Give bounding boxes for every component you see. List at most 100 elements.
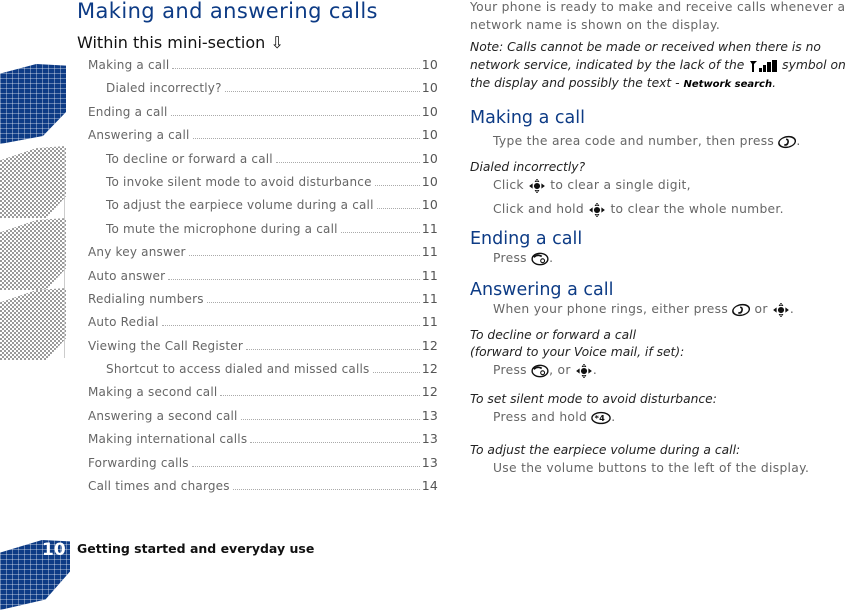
end-key-icon (531, 364, 549, 377)
section-tab-active (0, 64, 66, 144)
instruction-text: Press (493, 363, 527, 377)
toc-entry-label: To decline or forward a call (106, 151, 273, 166)
toc-dot-leader (188, 254, 420, 257)
footer-section-title: Getting started and everyday use (77, 541, 315, 556)
toc-entry[interactable]: Making a second call 12 (88, 384, 438, 407)
toc-entry[interactable]: To adjust the earpiece volume during a c… (88, 197, 438, 220)
toc-entry[interactable]: Auto Redial 11 (88, 314, 438, 337)
section-tab (0, 288, 66, 360)
page-number: 10 (42, 540, 66, 560)
toc-dot-leader (275, 161, 420, 163)
instruction-text: Press (493, 251, 527, 265)
instruction-text: . (592, 363, 598, 377)
answering-instruction: When your phone rings, either press or . (470, 300, 847, 318)
toc-entry-label: Making international calls (88, 432, 248, 447)
section-tab (0, 146, 66, 218)
toc-entry-page: 13 (421, 431, 438, 447)
instruction-text: . (549, 251, 554, 265)
toc-dot-leader (172, 67, 420, 69)
instruction-text: Press and hold (493, 410, 588, 424)
toc-dot-leader (250, 441, 420, 444)
note-text: . (772, 76, 777, 90)
toc-entry[interactable]: Forwarding calls 13 (88, 455, 438, 478)
clear-number-instruction: Click and hold to clear the whole number… (470, 200, 847, 218)
toc-dot-leader (192, 137, 420, 140)
instruction-text: . (611, 410, 616, 424)
toc-entry-label: Call times and charges (88, 479, 230, 494)
toc-dot-leader (168, 278, 420, 280)
instruction-text: to clear the whole number. (610, 202, 784, 216)
toc-entry-page: 10 (421, 57, 438, 72)
toc-entry-page: 11 (421, 220, 438, 236)
subheading-decline-forward: To decline or forward a call (470, 328, 636, 342)
toc-entry-page: 14 (421, 478, 438, 494)
toc-entry[interactable]: Answering a call 10 (88, 127, 438, 150)
toc-dot-leader (191, 465, 420, 467)
heading-answering-a-call: Answering a call (470, 280, 614, 300)
send-key-icon (778, 135, 797, 148)
toc-entry-page: 10 (421, 197, 438, 213)
toc-entry-label: Making a call (88, 58, 170, 72)
toc-entry-page: 10 (421, 80, 438, 96)
ending-instruction: Press . (470, 249, 847, 267)
toc-entry-label: Answering a call (88, 128, 190, 143)
navigation-key-icon (589, 202, 606, 217)
end-key-icon (531, 252, 549, 265)
toc-dot-leader (220, 394, 420, 397)
instruction-text: Type the area code and number, then pres… (493, 134, 775, 148)
subheading-earpiece-volume: To adjust the earpiece volume during a c… (470, 443, 741, 457)
subheading-silent-mode: To set silent mode to avoid disturbance: (470, 392, 717, 406)
toc-entry-label: To adjust the earpiece volume during a c… (106, 198, 374, 213)
navigation-key-icon (773, 302, 789, 317)
toc-entry[interactable]: Ending a call 10 (88, 104, 438, 127)
toc-entry-label: Redialing numbers (88, 291, 204, 306)
subheading-dialed-incorrectly: Dialed incorrectly? (470, 160, 586, 174)
toc-entry-page: 11 (421, 244, 438, 260)
navigation-key-icon (576, 363, 592, 378)
signal-strength-icon (750, 59, 778, 72)
toc-entry[interactable]: Viewing the Call Register 12 (88, 338, 438, 361)
toc-entry-page: 11 (421, 314, 438, 330)
toc-entry[interactable]: Answering a second call 13 (88, 408, 438, 431)
intro-paragraph: Your phone is ready to make and receive … (470, 0, 846, 32)
toc-entry[interactable]: Dialed incorrectly? 10 (88, 80, 438, 103)
toc-entry-label: Ending a call (88, 104, 168, 119)
making-instruction: Type the area code and number, then pres… (470, 132, 847, 150)
toc-entry-label: Making a second call (88, 385, 218, 400)
toc-entry-label: To invoke silent mode to avoid disturban… (106, 174, 372, 189)
toc-entry-page: 11 (421, 290, 438, 306)
toc-entry[interactable]: Making a call 10 (88, 57, 438, 80)
page-title: Making and answering calls (77, 0, 378, 23)
instruction-text: . (796, 134, 801, 148)
toc-entry[interactable]: Redialing numbers 11 (88, 291, 438, 314)
toc-entry-label: Auto Redial (88, 315, 159, 330)
toc-dot-leader (376, 207, 420, 210)
instruction-text: . (789, 302, 795, 316)
toc-entry[interactable]: Making international calls 13 (88, 431, 438, 454)
instruction-text: When your phone rings, either press (493, 302, 729, 316)
toc-dot-leader (224, 90, 420, 93)
toc-dot-leader (206, 301, 420, 303)
toc-entry-page: 10 (421, 103, 438, 119)
toc-entry-page: 12 (421, 337, 438, 353)
heading-making-a-call: Making a call (470, 108, 585, 128)
note-paragraph: Note: Calls cannot be made or received w… (470, 38, 847, 94)
toc-entry[interactable]: Auto answer 11 (88, 268, 438, 291)
toc-entry[interactable]: To invoke silent mode to avoid disturban… (88, 174, 438, 197)
toc-entry[interactable]: To mute the microphone during a call 11 (88, 221, 438, 244)
toc-entry-page: 12 (421, 361, 438, 377)
toc-entry-label: Dialed incorrectly? (106, 81, 222, 96)
instruction-text: to clear a single digit, (550, 178, 691, 192)
toc-entry[interactable]: Any key answer 11 (88, 244, 438, 267)
silent-instruction: Press and hold *4 . (470, 408, 847, 426)
instruction-text: Click and hold (493, 202, 584, 216)
toc-entry-page: 11 (421, 267, 438, 283)
toc-entry[interactable]: Shortcut to access dialed and missed cal… (88, 361, 438, 384)
toc-entry[interactable]: To decline or forward a call 10 (88, 151, 438, 174)
instruction-text: Click (493, 178, 524, 192)
toc-dot-leader (232, 488, 420, 491)
toc-entry-page: 12 (421, 384, 438, 400)
tab-divider (64, 148, 65, 358)
toc-entry[interactable]: Call times and charges 14 (88, 478, 438, 501)
table-of-contents: Making a call 10 Dialed incorrectly? 10 Endi… (88, 57, 438, 501)
